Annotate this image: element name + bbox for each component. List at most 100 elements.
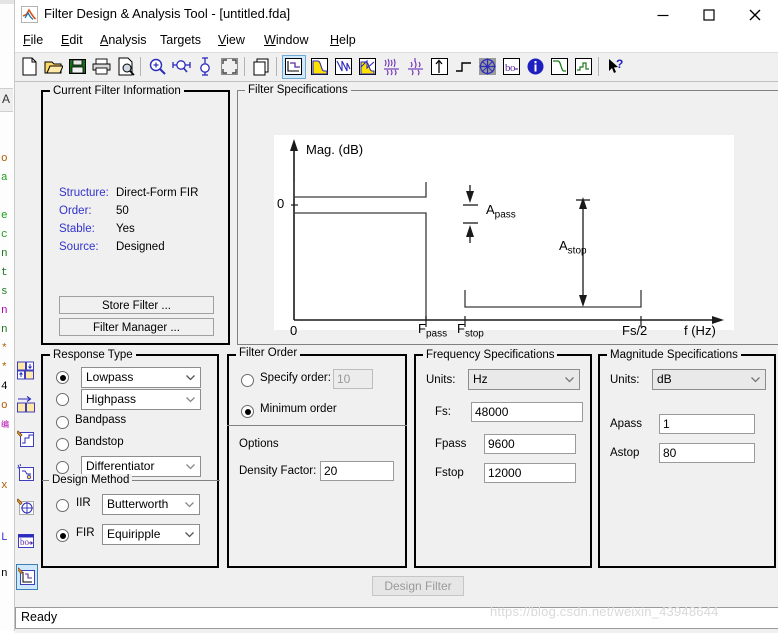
print-icon[interactable] <box>90 55 114 79</box>
magnitude-specifications-legend: Magnitude Specifications <box>607 349 741 361</box>
response-type-panel: Response Type Lowpass Highpass Bandpass … <box>41 349 220 569</box>
filter-manager-button[interactable]: Filter Manager ... <box>59 318 214 336</box>
transform-filter-icon[interactable] <box>16 462 38 488</box>
design-method-panel: Design Method IIR Butterworth FIR Equiri… <box>42 474 220 569</box>
zoom-x-icon[interactable] <box>170 55 194 79</box>
iir-label: IIR <box>76 497 91 509</box>
iir-method-dropdown[interactable]: Butterworth <box>102 494 200 515</box>
radio-bandstop[interactable] <box>56 438 69 451</box>
zoom-y-icon[interactable] <box>194 55 218 79</box>
close-button[interactable] <box>732 0 778 30</box>
store-filter-button[interactable]: Store Filter ... <box>59 296 214 314</box>
annotation-apass: Apass <box>486 202 516 221</box>
plot-xtick-0: 0 <box>290 323 298 338</box>
radio-fir[interactable] <box>56 529 69 542</box>
pole-zero-plot-icon[interactable] <box>476 55 500 79</box>
filter-order-legend: Filter Order <box>236 347 301 359</box>
filter-coefficients-icon[interactable]: bo <box>500 55 524 79</box>
background-code-l: L <box>1 532 8 544</box>
apass-input[interactable]: 1 <box>659 414 755 434</box>
menu-analysis[interactable]: Analysis <box>97 33 150 47</box>
chevron-down-icon <box>181 495 197 514</box>
new-icon[interactable] <box>18 55 42 79</box>
chevron-down-icon <box>561 370 577 389</box>
save-icon[interactable] <box>66 55 90 79</box>
background-code-x: x <box>1 480 8 492</box>
maximize-button[interactable] <box>686 0 732 30</box>
radio-specify-order[interactable] <box>241 374 254 387</box>
plot-xtick-fs-half: Fs/2 <box>622 323 648 338</box>
set-quantization-parameters-icon[interactable]: bo <box>16 530 38 556</box>
toolbar: bo ? <box>15 53 778 82</box>
minimize-button[interactable] <box>640 0 686 30</box>
magnitude-response-estimate-icon[interactable] <box>548 55 572 79</box>
restore-full-view-icon[interactable] <box>218 55 242 79</box>
fs-input[interactable]: 48000 <box>471 402 583 422</box>
design-filter-button[interactable]: Design Filter <box>372 576 464 596</box>
lowpass-label: Lowpass <box>86 370 134 384</box>
impulse-response-icon[interactable] <box>428 55 452 79</box>
frequency-specifications-legend: Frequency Specifications <box>423 349 558 361</box>
fir-label: FIR <box>76 527 95 539</box>
magnitude-units-value: dB <box>657 372 672 386</box>
specify-order-input[interactable]: 10 <box>333 369 373 389</box>
round-off-noise-power-icon[interactable] <box>572 55 596 79</box>
pole-zero-editor-icon[interactable] <box>16 496 38 522</box>
chevron-down-icon <box>182 368 198 387</box>
lowpass-dropdown[interactable]: Lowpass <box>81 367 201 388</box>
copy-figure-icon[interactable] <box>250 55 274 79</box>
group-delay-icon[interactable] <box>380 55 404 79</box>
menubar: File Edit Analysis Targets View Window H… <box>15 30 778 53</box>
radio-highpass[interactable] <box>56 393 69 406</box>
frequency-units-dropdown[interactable]: Hz <box>468 369 580 390</box>
stable-value: Yes <box>116 223 135 235</box>
radio-iir[interactable] <box>56 499 69 512</box>
plot-xtick-fstop: Fstop <box>457 321 484 340</box>
menu-edit[interactable]: Edit <box>58 33 86 47</box>
radio-bandpass[interactable] <box>56 416 69 429</box>
chevron-down-icon <box>747 370 763 389</box>
density-factor-input[interactable]: 20 <box>320 461 394 481</box>
menu-window[interactable]: Window <box>261 33 311 47</box>
fpass-label: Fpass <box>435 438 467 450</box>
fpass-input[interactable]: 9600 <box>484 434 576 454</box>
magnitude-response-icon[interactable] <box>308 55 332 79</box>
design-filter-side-icon[interactable] <box>16 360 38 386</box>
step-response-icon[interactable] <box>452 55 476 79</box>
magnitude-and-phase-icon[interactable] <box>356 55 380 79</box>
phase-delay-icon[interactable] <box>404 55 428 79</box>
svg-text:bo: bo <box>20 537 30 547</box>
zoom-in-icon[interactable] <box>146 55 170 79</box>
menu-view[interactable]: View <box>215 33 248 47</box>
order-value: 50 <box>116 205 129 217</box>
fdatool-window: A o a e c n t s n n * * 4 o 编 x L n Filt… <box>0 0 778 633</box>
phase-response-icon[interactable] <box>332 55 356 79</box>
realize-model-icon[interactable] <box>16 564 38 590</box>
astop-label: Astop <box>610 447 640 459</box>
context-help-icon[interactable]: ? <box>604 55 628 79</box>
menu-file[interactable]: File <box>20 33 46 47</box>
differentiator-label: Differentiator <box>86 459 155 473</box>
magnitude-units-dropdown[interactable]: dB <box>652 369 766 390</box>
radio-minimum-order[interactable] <box>241 405 254 418</box>
radio-lowpass[interactable] <box>56 371 69 384</box>
highpass-dropdown[interactable]: Highpass <box>81 389 201 410</box>
open-folder-icon[interactable] <box>42 55 66 79</box>
filter-order-options-container: Filter Order Specify order: 10 Minimum o… <box>227 347 407 568</box>
radio-differentiator[interactable] <box>56 461 69 474</box>
menu-help[interactable]: Help <box>327 33 359 47</box>
astop-input[interactable]: 80 <box>659 443 755 463</box>
structure-value: Direct-Form FIR <box>116 187 199 199</box>
filter-information-icon[interactable] <box>524 55 548 79</box>
menu-targets[interactable]: Targets <box>157 33 204 47</box>
import-filter-icon[interactable] <box>16 394 38 420</box>
print-preview-icon[interactable] <box>114 55 138 79</box>
response-type-legend: Response Type <box>50 349 136 361</box>
options-legend: Options <box>236 438 282 450</box>
fir-method-dropdown[interactable]: Equiripple <box>102 524 200 545</box>
current-filter-information-panel: Current Filter Information Structure: Di… <box>41 85 230 345</box>
fstop-input[interactable]: 12000 <box>484 463 576 483</box>
background-editor-window[interactable]: A o a e c n t s n n * * 4 o 编 x L n <box>0 0 14 631</box>
filter-specifications-icon[interactable] <box>282 55 306 79</box>
quantize-filter-icon[interactable] <box>16 428 38 454</box>
